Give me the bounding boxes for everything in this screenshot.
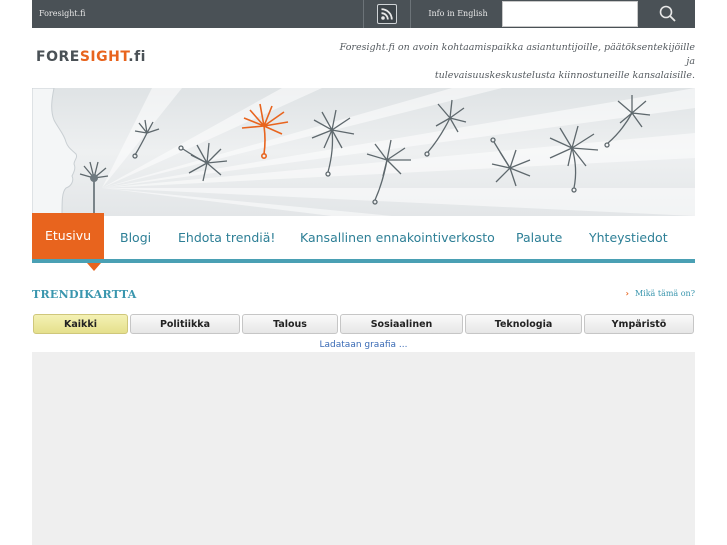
nav-item-kansallinen-ennakointiverkosto[interactable]: Kansallinen ennakointiverkosto: [300, 216, 495, 259]
loading-message: Ladataan graafia ...: [319, 340, 408, 350]
site-name[interactable]: Foresight.fi: [39, 0, 86, 28]
tagline-line-2: tulevaisuuskeskustelusta kiinnostuneille…: [434, 70, 695, 81]
what-is-this-link[interactable]: › Mikä tämä on?: [626, 289, 695, 298]
nav-item-ehdota-trendia[interactable]: Ehdota trendiä!: [178, 216, 275, 259]
tab-sosiaalinen[interactable]: Sosiaalinen: [340, 314, 463, 334]
tab-kaikki[interactable]: Kaikki: [33, 314, 128, 334]
search-input[interactable]: [502, 1, 638, 27]
rss-icon: [377, 4, 397, 24]
top-bar: Foresight.fi Info in English: [32, 0, 695, 28]
logo-fore: FORE: [36, 49, 80, 65]
site-tagline: Foresight.fi on avoin kohtaamispaikka as…: [335, 41, 695, 83]
info-in-english-link[interactable]: Info in English: [414, 0, 502, 28]
search-button[interactable]: [640, 0, 695, 28]
nav-item-palaute[interactable]: Palaute: [516, 216, 562, 259]
tab-politiikka[interactable]: Politiikka: [130, 314, 240, 334]
tab-talous[interactable]: Talous: [242, 314, 338, 334]
nav-item-blogi[interactable]: Blogi: [120, 216, 151, 259]
what-is-this-label: Mikä tämä on?: [634, 289, 695, 298]
trend-graph-area[interactable]: [32, 352, 695, 545]
nav-underline: [32, 259, 695, 263]
tagline-line-1: Foresight.fi on avoin kohtaamispaikka as…: [339, 42, 695, 67]
trend-category-tabs: Kaikki Politiikka Talous Sosiaalinen Tek…: [32, 314, 695, 334]
banner-illustration: [32, 88, 695, 216]
logo-tld: .fi: [128, 49, 146, 65]
trend-map-title: TRENDIKARTTA: [32, 288, 137, 301]
rss-button[interactable]: [363, 0, 411, 28]
nav-item-yhteystiedot[interactable]: Yhteystiedot: [589, 216, 668, 259]
main-navigation: Etusivu Blogi Ehdota trendiä! Kansalline…: [32, 213, 695, 271]
logo-sight: SIGHT: [79, 49, 129, 65]
tab-teknologia[interactable]: Teknologia: [465, 314, 582, 334]
chevron-right-icon: ›: [625, 289, 629, 298]
site-logo[interactable]: FORESIGHT.fi: [36, 49, 146, 65]
dandelion-banner: [32, 88, 695, 216]
nav-item-etusivu[interactable]: Etusivu: [32, 213, 105, 259]
search-icon: [659, 5, 676, 22]
active-nav-pointer: [87, 263, 101, 271]
tab-ymparisto[interactable]: Ympäristö: [584, 314, 694, 334]
